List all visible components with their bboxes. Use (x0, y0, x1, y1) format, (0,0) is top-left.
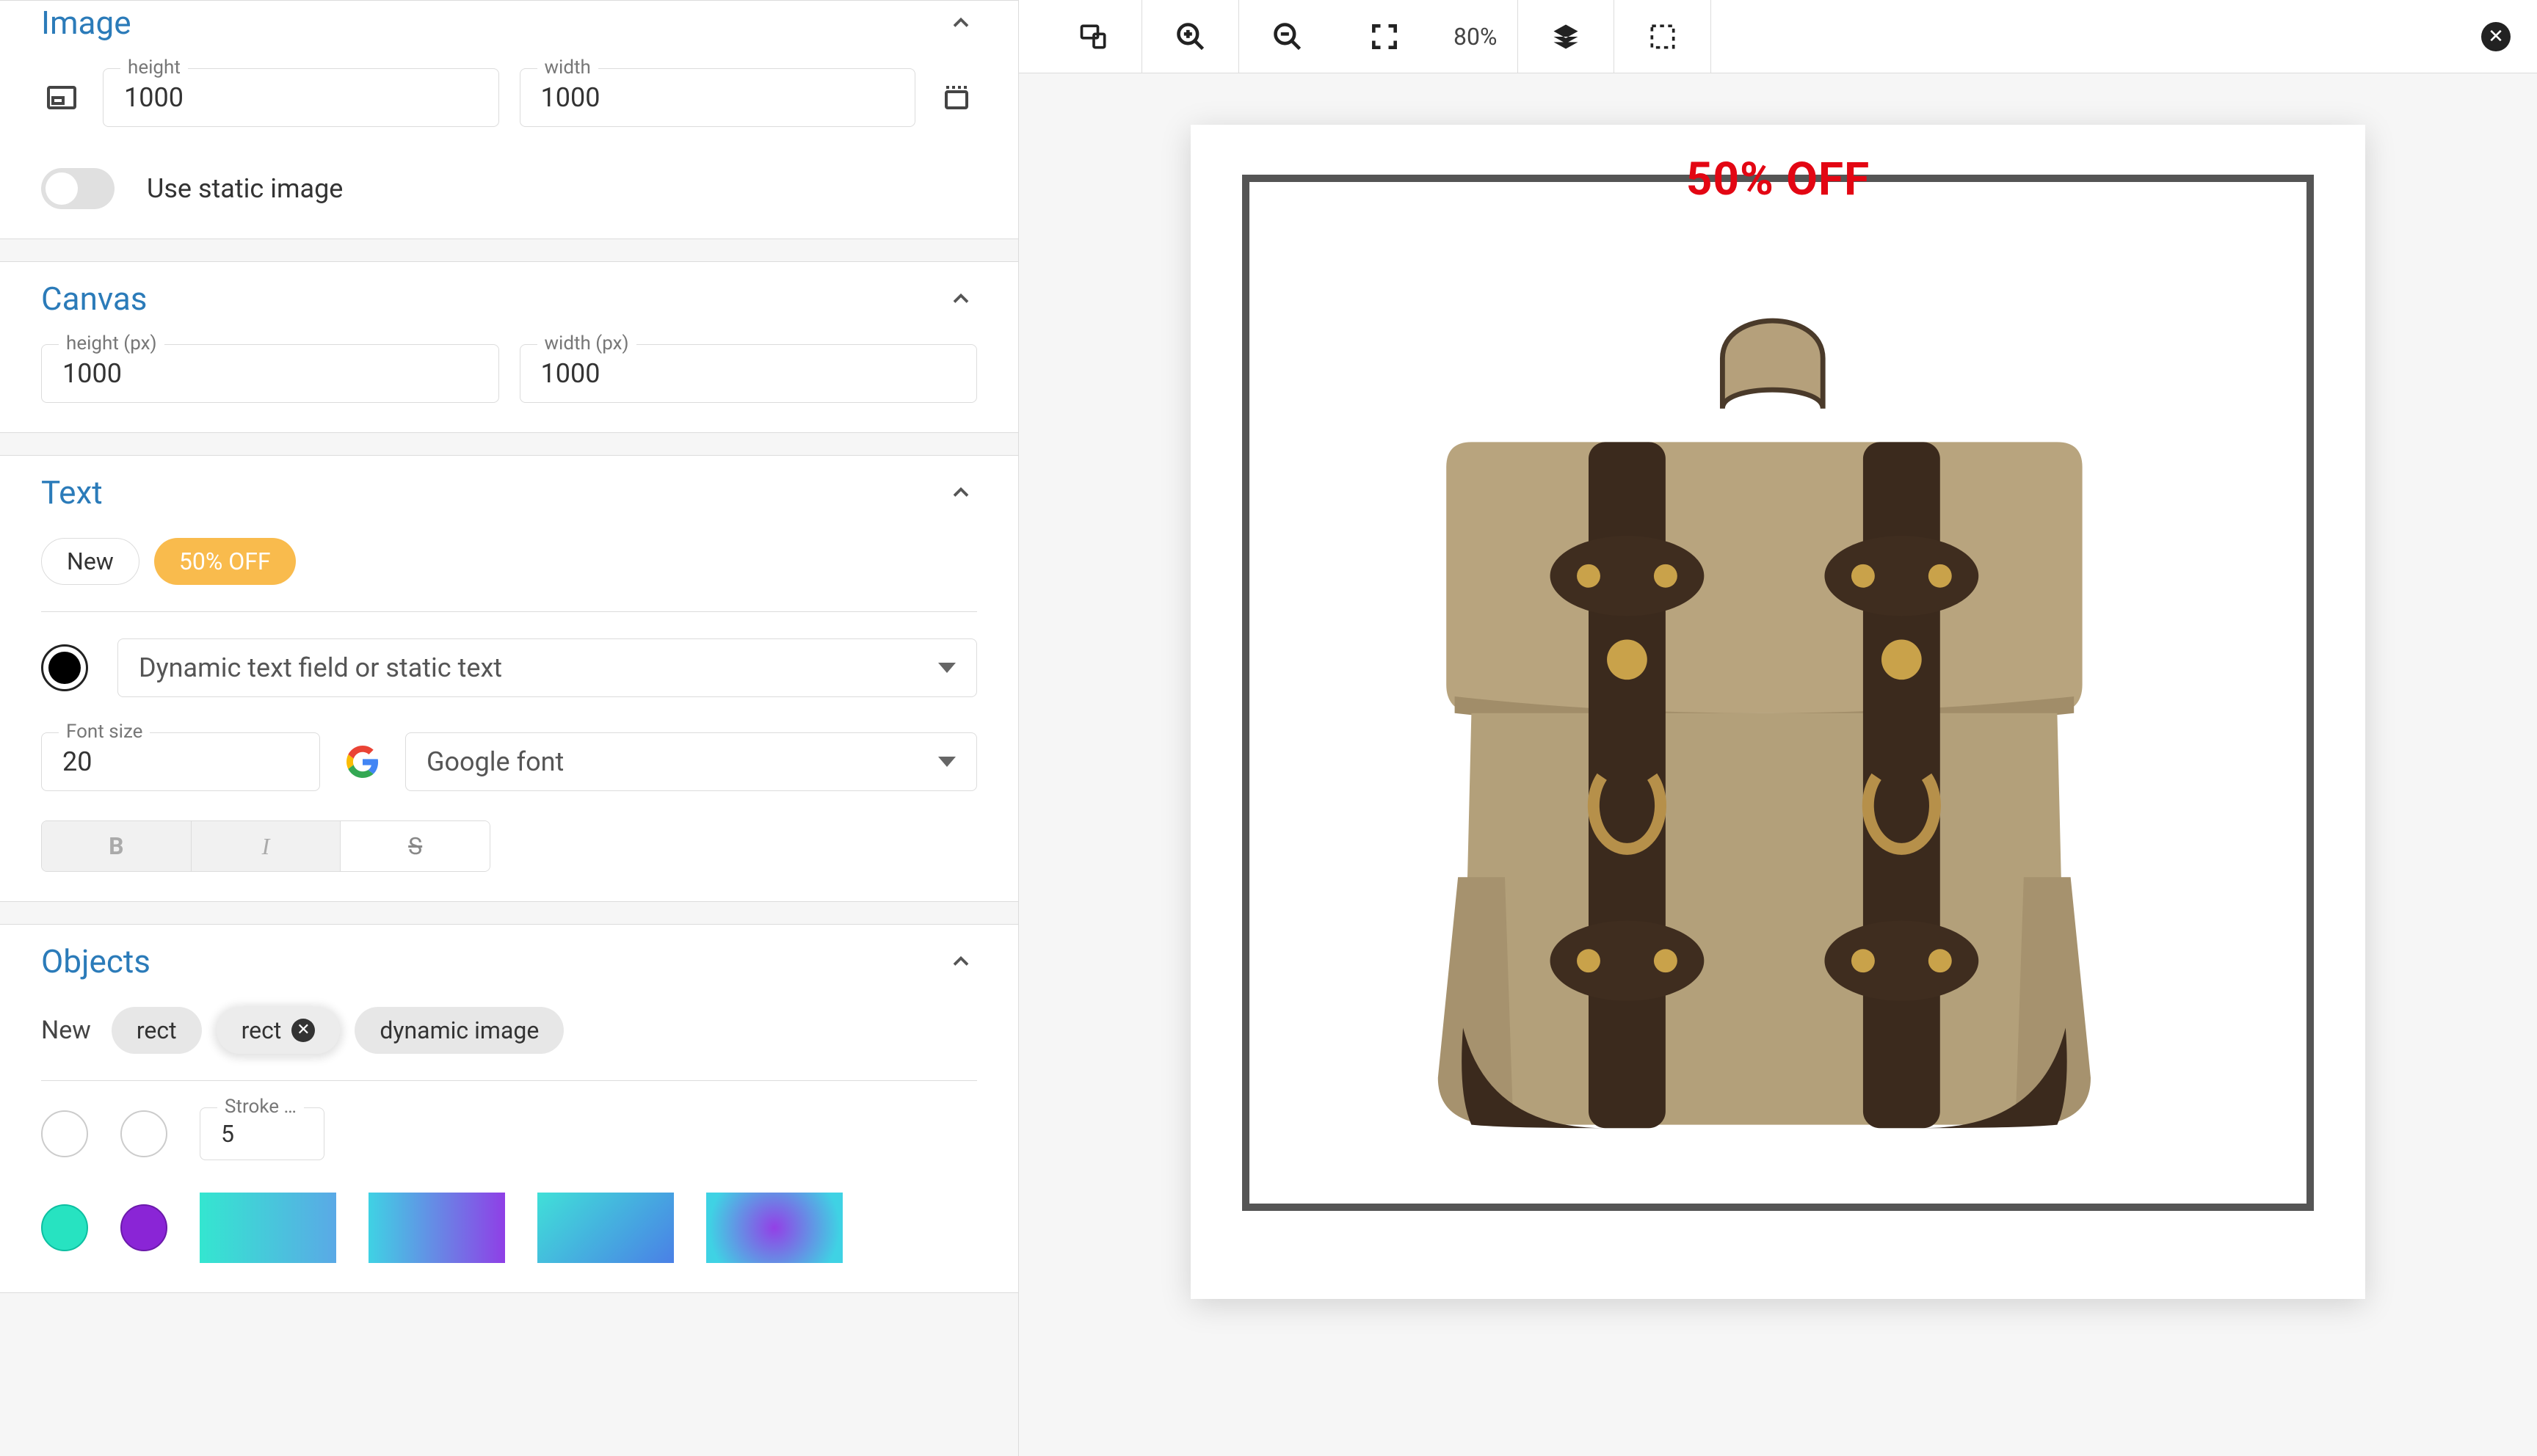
format-bold-button[interactable]: B (42, 821, 192, 871)
marquee-select-button[interactable] (1614, 0, 1711, 73)
preset-gradient-2[interactable] (369, 1193, 505, 1263)
canvas-object-dynamic-image[interactable] (1338, 286, 2174, 1167)
stroke-width-label: Stroke … (217, 1096, 304, 1118)
objects-new-label[interactable]: New (41, 1016, 91, 1045)
stroke-width-field: Stroke … 5 (200, 1107, 324, 1160)
panel-objects-title: Objects (41, 942, 150, 980)
object-chip-dynamic-image[interactable]: dynamic image (355, 1007, 564, 1054)
crop-icon[interactable] (936, 77, 977, 118)
image-height-field: height 1000 (103, 68, 499, 127)
fit-screen-button[interactable] (1336, 0, 1433, 73)
chevron-down-icon (938, 663, 956, 673)
text-chip-new[interactable]: New (41, 538, 139, 585)
chevron-down-icon (938, 757, 956, 767)
artboard[interactable]: 50% OFF (1191, 125, 2365, 1299)
text-color-swatch[interactable] (41, 644, 88, 691)
font-size-field: Font size 20 (41, 732, 320, 791)
panel-image: Image height 1000 width 1000 (0, 0, 1018, 239)
zoom-level: 80% (1433, 23, 1517, 51)
preset-color-teal[interactable] (41, 1204, 88, 1251)
zoom-in-button[interactable] (1142, 0, 1239, 73)
divider (41, 611, 977, 612)
workspace: 80% ✕ 50% OFF (1019, 0, 2537, 1456)
text-chip-50off[interactable]: 50% OFF (154, 538, 296, 585)
font-family-field: Google font (405, 732, 977, 791)
zoom-out-button[interactable] (1239, 0, 1336, 73)
canvas-viewport[interactable]: 50% OFF (1019, 73, 2537, 1456)
static-image-toggle[interactable] (41, 168, 115, 209)
panel-canvas-title: Canvas (41, 280, 148, 318)
font-family-select[interactable]: Google font (405, 732, 977, 791)
image-width-field: width 1000 (520, 68, 916, 127)
preset-gradient-3[interactable] (537, 1193, 674, 1263)
collapse-text-icon[interactable] (945, 476, 977, 509)
format-strike-button[interactable]: S (341, 821, 490, 871)
layers-button[interactable] (1517, 0, 1614, 73)
canvas-toolbar: 80% ✕ (1019, 0, 2537, 73)
chip-delete-icon[interactable]: ✕ (291, 1019, 315, 1042)
panel-image-title: Image (41, 4, 131, 42)
collapse-canvas-icon[interactable] (945, 283, 977, 315)
canvas-height-field: height (px) 1000 (41, 344, 499, 403)
format-italic-button[interactable]: I (192, 821, 341, 871)
panel-text: Text New 50% OFF Dynamic text field or s… (0, 455, 1018, 902)
static-image-toggle-label: Use static image (147, 173, 343, 204)
font-size-label: Font size (59, 721, 150, 743)
image-width-label: width (537, 57, 598, 79)
preset-gradient-4[interactable] (706, 1193, 843, 1263)
panel-objects: Objects New rect rect ✕ dynamic image (0, 924, 1018, 1293)
settings-sidebar[interactable]: Image height 1000 width 1000 (0, 0, 1019, 1456)
canvas-text-promo[interactable]: 50% OFF (1191, 153, 2365, 206)
panel-text-title: Text (41, 473, 103, 512)
panel-canvas: Canvas height (px) 1000 width (px) 1000 (0, 261, 1018, 433)
close-preview-button[interactable]: ✕ (2481, 22, 2511, 51)
canvas-width-field: width (px) 1000 (520, 344, 978, 403)
object-chip-rect-2[interactable]: rect ✕ (217, 1007, 341, 1054)
divider (41, 1080, 977, 1081)
object-chip-rect-1[interactable]: rect (112, 1007, 202, 1054)
canvas-width-label: width (px) (537, 332, 636, 354)
text-source-select[interactable]: Dynamic text field or static text (117, 638, 977, 697)
object-stroke-swatch[interactable] (120, 1110, 167, 1157)
text-format-group: B I S (41, 820, 490, 872)
image-height-label: height (120, 57, 188, 79)
canvas-height-label: height (px) (59, 332, 164, 354)
collapse-image-icon[interactable] (945, 7, 977, 39)
responsive-preview-button[interactable] (1045, 0, 1142, 73)
collapse-objects-icon[interactable] (945, 945, 977, 978)
object-fill-swatch[interactable] (41, 1110, 88, 1157)
preset-color-purple[interactable] (120, 1204, 167, 1251)
google-icon (346, 746, 379, 778)
preset-gradient-1[interactable] (200, 1193, 336, 1263)
text-source-field: Dynamic text field or static text (117, 638, 977, 697)
aspect-ratio-icon[interactable] (41, 77, 82, 118)
